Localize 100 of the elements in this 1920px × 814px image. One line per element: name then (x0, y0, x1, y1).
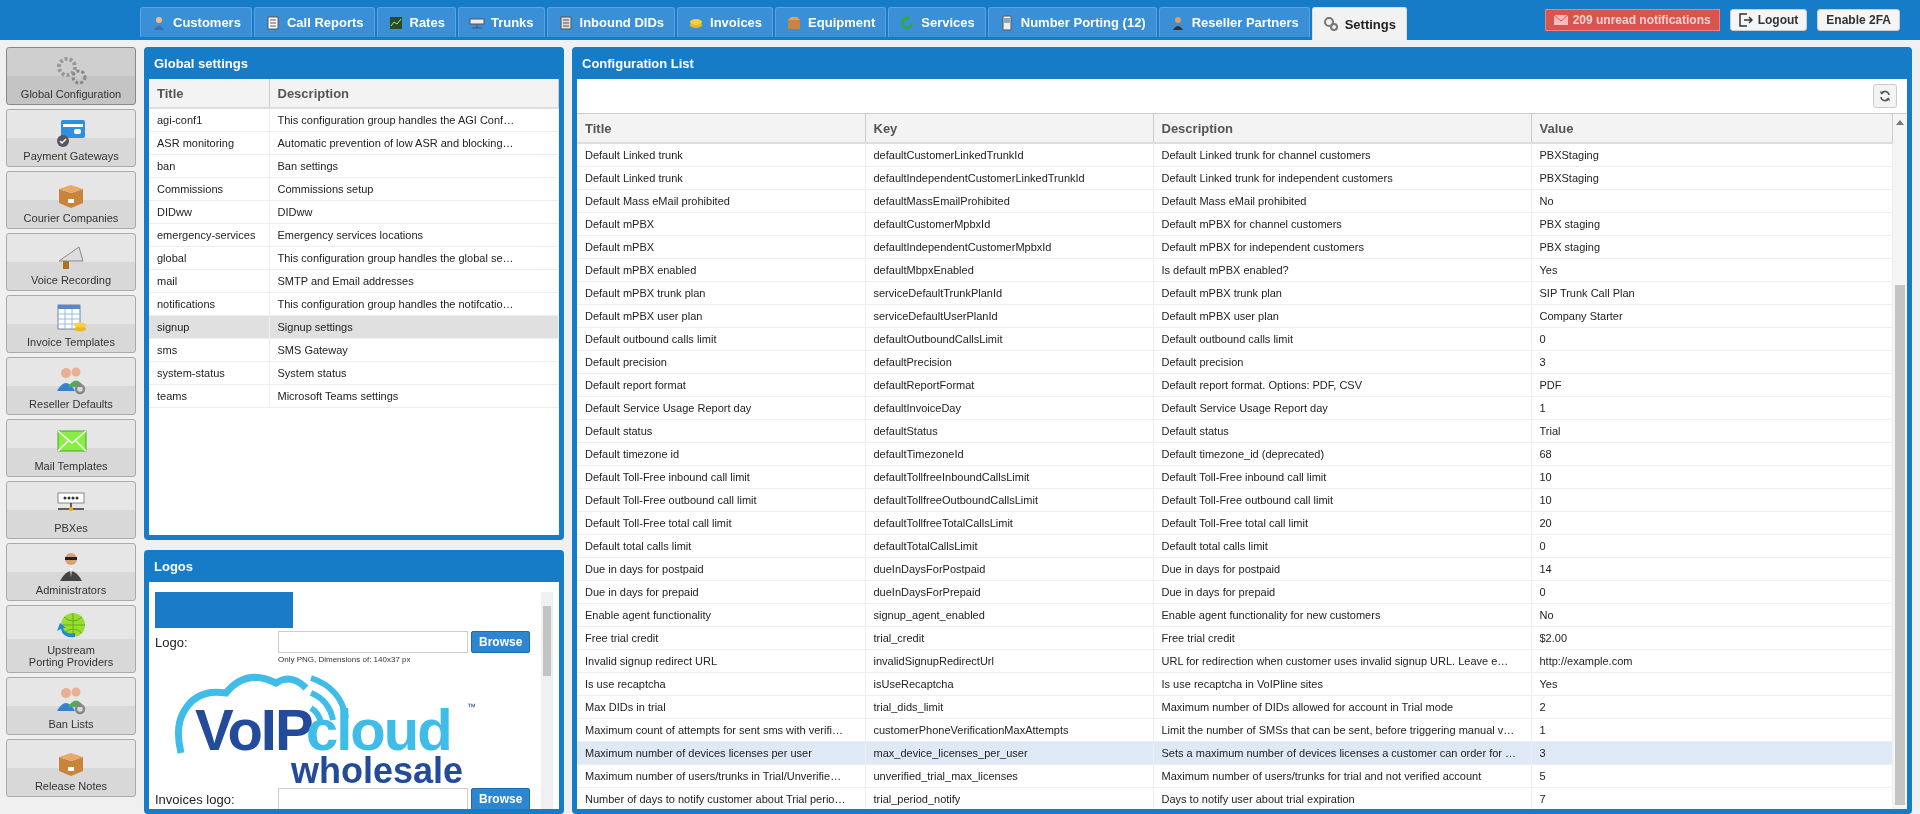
config-row[interactable]: Default Mass eMail prohibited defaultMassEmailProhibited Default Mass eMail prohibited No (577, 189, 1893, 213)
config-row[interactable]: Default Linked trunk defaultIndependentCustomerLinkedTrunkId Default Linked trunk for independent customers PBXStaging (577, 166, 1893, 190)
sidebar-item[interactable]: Voice Recording (6, 233, 136, 291)
config-row[interactable]: Max DIDs in trial trial_dids_limit Maximum number of DIDs allowed for account in Trial mode 2 (577, 695, 1893, 719)
settings-row[interactable]: global This configuration group handles the global se… (149, 246, 559, 270)
settings-row[interactable]: teams Microsoft Teams settings (149, 384, 559, 408)
column-header[interactable]: Value (1531, 114, 1893, 143)
table-cell: Maximum number of users/trunks for trial and not verified account (1153, 764, 1531, 788)
config-row[interactable]: Due in days for prepaid dueInDaysForPrepaid Due in days for prepaid 0 (577, 580, 1893, 604)
sidebar-item[interactable]: Administrators (6, 543, 136, 601)
nav-tab[interactable]: Settings (1311, 7, 1407, 40)
sidebar-item[interactable]: Mail Templates (6, 419, 136, 477)
table-cell: Signup settings (269, 315, 559, 339)
sidebar-item[interactable]: Payment Gateways (6, 109, 136, 167)
config-row[interactable]: Default report format defaultReportFormat Default report format. Options: PDF, CSV PDF (577, 373, 1893, 397)
config-row[interactable]: Default mPBX defaultCustomerMpbxId Default mPBX for channel customers PBX staging (577, 212, 1893, 236)
sidebar-item[interactable]: Release Notes (6, 739, 136, 797)
column-header[interactable]: Key (865, 114, 1153, 143)
list-icon (264, 14, 281, 31)
file-input-field[interactable] (278, 788, 468, 809)
settings-row[interactable]: Commissions Commissions setup (149, 177, 559, 201)
column-header[interactable]: Title (577, 114, 865, 143)
settings-row[interactable]: ASR monitoring Automatic prevention of low ASR and blocking… (149, 131, 559, 155)
column-header[interactable]: Description (269, 79, 559, 108)
table-cell: serviceDefaultUserPlanId (865, 304, 1153, 328)
sidebar-item[interactable]: Reseller Defaults (6, 357, 136, 415)
settings-row[interactable]: emergency-services Emergency services locations (149, 223, 559, 247)
settings-row[interactable]: signup Signup settings (149, 315, 559, 339)
file-input-field[interactable] (278, 631, 468, 653)
config-row[interactable]: Enable agent functionality signup_agent_enabled Enable agent functionality for new customers No (577, 603, 1893, 627)
table-cell: defaultCustomerLinkedTrunkId (865, 143, 1153, 167)
table-cell: Maximum number of devices licenses per user (577, 741, 865, 765)
table-cell: defaultTollfreeOutboundCallsLimit (865, 488, 1153, 512)
settings-row[interactable]: system-status System status (149, 361, 559, 385)
config-row[interactable]: Invalid signup redirect URL invalidSignupRedirectUrl URL for redirection when customer uses invalid signup URL. Leave e… http://example.com (577, 649, 1893, 673)
browse-button[interactable]: Browse (471, 631, 531, 653)
config-row[interactable]: Default mPBX defaultIndependentCustomerMpbxId Default mPBX for independent customers PBX staging (577, 235, 1893, 259)
table-cell: dueInDaysForPrepaid (865, 580, 1153, 604)
table-cell: 3 (1531, 350, 1893, 374)
sidebar-item[interactable]: Ban Lists (6, 677, 136, 735)
table-cell: $2.00 (1531, 626, 1893, 650)
table-cell: Is default mPBX enabled? (1153, 258, 1531, 282)
settings-row[interactable]: sms SMS Gateway (149, 338, 559, 362)
config-row[interactable]: Due in days for postpaid dueInDaysForPostpaid Due in days for postpaid 14 (577, 557, 1893, 581)
config-row[interactable]: Default Linked trunk defaultCustomerLinkedTrunkId Default Linked trunk for channel customers PBXStaging (577, 143, 1893, 167)
config-row[interactable]: Default Toll-Free outbound call limit defaultTollfreeOutboundCallsLimit Default Toll-Free outbound call limit 10 (577, 488, 1893, 512)
settings-row[interactable]: agi-conf1 This configuration group handles the AGI Conf… (149, 108, 559, 132)
table-cell: 3 (1531, 741, 1893, 765)
config-row[interactable]: Maximum number of users/trunks in Trial/Unverifie… unverified_trial_max_licenses Maximum number of users/trunks for trial and not verified account 5 (577, 764, 1893, 788)
config-row[interactable]: Default Toll-Free inbound call limit defaultTollfreeInboundCallsLimit Default Toll-Free inbound call limit 10 (577, 465, 1893, 489)
table-cell: Limit the number of SMSs that can be sent, before triggering manual v… (1153, 718, 1531, 742)
config-row[interactable]: Default mPBX trunk plan serviceDefaultTrunkPlanId Default mPBX trunk plan SIP Trunk Call Plan (577, 281, 1893, 305)
table-cell: PBX staging (1531, 212, 1893, 236)
table-cell: defaultTollfreeInboundCallsLimit (865, 465, 1153, 489)
config-row[interactable]: Default timezone id defaultTimezoneId Default timezone_id (deprecated) 68 (577, 442, 1893, 466)
refresh-button[interactable] (1873, 84, 1897, 108)
sidebar-item[interactable]: Global Configuration (6, 47, 136, 105)
sidebar-item[interactable]: PBXes (6, 481, 136, 539)
settings-row[interactable]: DIDww DIDww (149, 200, 559, 224)
config-row[interactable]: Default outbound calls limit defaultOutboundCallsLimit Default outbound calls limit 0 (577, 327, 1893, 351)
config-row[interactable]: Default Service Usage Report day defaultInvoiceDay Default Service Usage Report day 1 (577, 396, 1893, 420)
settings-row[interactable]: ban Ban settings (149, 154, 559, 178)
table-cell: trial_credit (865, 626, 1153, 650)
config-row[interactable]: Default mPBX enabled defaultMbpxEnabled Is default mPBX enabled? Yes (577, 258, 1893, 282)
table-cell: Maximum number of DIDs allowed for account in Trial mode (1153, 695, 1531, 719)
config-row[interactable]: Maximum number of devices licenses per user max_device_licenses_per_user Sets a maximum number of devices licenses a customer can order for … 3 (577, 741, 1893, 765)
table-cell: DIDww (149, 200, 269, 224)
table-cell: Invalid signup redirect URL (577, 649, 865, 673)
config-row[interactable]: Default Toll-Free total call limit defaultTollfreeTotalCallsLimit Default Toll-Free total call limit 20 (577, 511, 1893, 535)
scrollbar[interactable] (541, 592, 553, 809)
browse-button[interactable]: Browse (471, 788, 531, 809)
table-cell: Due in days for prepaid (1153, 580, 1531, 604)
column-header[interactable]: Title (149, 79, 269, 108)
table-cell: Default total calls limit (577, 534, 865, 558)
config-row[interactable]: Default precision defaultPrecision Default precision 3 (577, 350, 1893, 374)
table-cell: Default mPBX enabled (577, 258, 865, 282)
settings-row[interactable]: mail SMTP and Email addresses (149, 269, 559, 293)
table-cell: Commissions (149, 177, 269, 201)
table-cell: dueInDaysForPostpaid (865, 557, 1153, 581)
config-row[interactable]: Default mPBX user plan serviceDefaultUserPlanId Default mPBX user plan Company Starter (577, 304, 1893, 328)
enable-2fa-button[interactable]: Enable 2FA (1817, 9, 1900, 31)
settings-row[interactable]: notifications This configuration group handles the notifcatio… (149, 292, 559, 316)
config-row[interactable]: Free trial credit trial_credit Free trial credit $2.00 (577, 626, 1893, 650)
scrollbar[interactable] (1893, 114, 1907, 809)
config-row[interactable]: Default total calls limit defaultTotalCallsLimit Default total calls limit 0 (577, 534, 1893, 558)
sidebar-item[interactable]: Upstream Porting Providers (6, 605, 136, 673)
column-header[interactable]: Description (1153, 114, 1531, 143)
config-row[interactable]: Default status defaultStatus Default status Trial (577, 419, 1893, 443)
sidebar-item[interactable]: Invoice Templates (6, 295, 136, 353)
person-icon (151, 14, 167, 31)
config-row[interactable]: Number of days to notify customer about Trial perio… trial_period_notify Days to notify user about trial expiration 7 (577, 787, 1893, 809)
config-row[interactable]: Maximum count of attempts for sent sms with verifi… customerPhoneVerificationMaxAttempts Limit the number of SMSs that can be sent, before triggering manual v… 1 (577, 718, 1893, 742)
config-row[interactable]: Is use recaptcha isUseRecaptcha Is use recaptcha in VoIPline sites Yes (577, 672, 1893, 696)
sidebar-item[interactable]: Courier Companies (6, 171, 136, 229)
table-cell: defaultTimezoneId (865, 442, 1153, 466)
table-cell: defaultOutboundCallsLimit (865, 327, 1153, 351)
table-cell: 1 (1531, 396, 1893, 420)
table-cell: defaultCustomerMpbxId (865, 212, 1153, 236)
table-cell: Default Toll-Free total call limit (577, 511, 865, 535)
logout-button[interactable]: Logout (1729, 9, 1808, 31)
